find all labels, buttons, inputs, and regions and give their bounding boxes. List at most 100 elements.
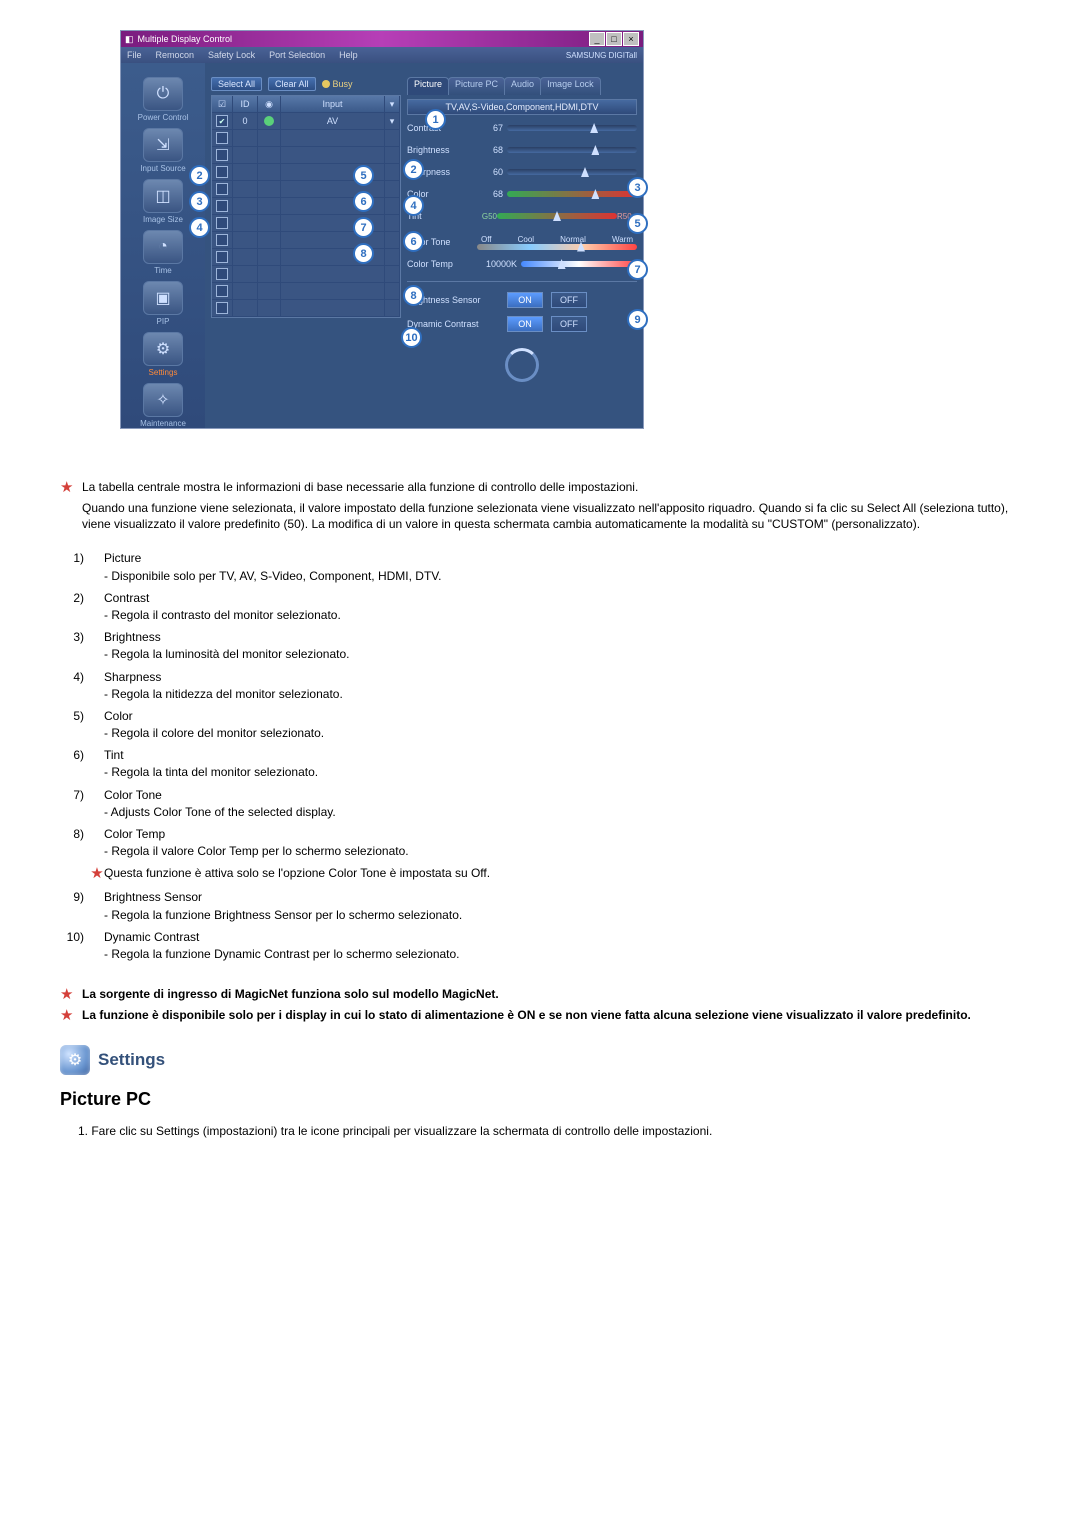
row-status (258, 130, 281, 146)
col-selector[interactable]: ▾ (385, 96, 400, 112)
minimize-button[interactable]: _ (589, 32, 605, 46)
row-checkbox[interactable] (216, 302, 228, 314)
close-button[interactable]: × (623, 32, 639, 46)
color-row: Color68 (407, 185, 637, 203)
row-checkbox[interactable]: ✔ (216, 115, 228, 127)
star-icon: ★ (60, 986, 74, 1004)
menu-safety-lock[interactable]: Safety Lock (208, 50, 255, 60)
definition-item: 5)Color- Regola il colore del monitor se… (60, 708, 1020, 741)
row-checkbox[interactable] (216, 132, 228, 144)
select-all-button[interactable]: Select All (211, 77, 262, 91)
row-selector[interactable] (385, 215, 400, 231)
row-status (258, 300, 281, 316)
grid-row[interactable]: ✔0AV▾ (212, 113, 400, 130)
row-checkbox[interactable] (216, 149, 228, 161)
badge-4-left: 4 (189, 217, 210, 238)
row-checkbox[interactable] (216, 200, 228, 212)
sidebar-item-maintenance[interactable]: ✧Maintenance (128, 383, 198, 428)
tint-row: TintG50R50 (407, 207, 637, 225)
brightness-sensor-off[interactable]: OFF (551, 292, 587, 308)
dynamic-contrast-on[interactable]: ON (507, 316, 543, 332)
app-title: Multiple Display Control (138, 34, 233, 44)
row-input: AV (281, 113, 385, 129)
sharpness-slider[interactable] (507, 169, 637, 175)
row-selector[interactable] (385, 147, 400, 163)
definition-item: 2)Contrast- Regola il contrasto del moni… (60, 590, 1020, 623)
row-checkbox[interactable] (216, 285, 228, 297)
col-checkbox[interactable]: ☑ (218, 99, 226, 110)
tint-slider[interactable] (497, 213, 617, 219)
row-selector[interactable] (385, 232, 400, 248)
row-status (258, 249, 281, 265)
row-id (233, 232, 258, 248)
row-selector[interactable] (385, 300, 400, 316)
badge-4-right: 4 (403, 195, 424, 216)
row-selector[interactable] (385, 181, 400, 197)
dynamic-contrast-off[interactable]: OFF (551, 316, 587, 332)
row-checkbox[interactable] (216, 234, 228, 246)
row-selector[interactable] (385, 283, 400, 299)
pip-icon: ▣ (143, 281, 183, 315)
badge-5-left: 5 (353, 165, 374, 186)
row-selector[interactable] (385, 198, 400, 214)
row-status (258, 232, 281, 248)
row-id (233, 198, 258, 214)
color-temp-slider[interactable] (521, 261, 637, 267)
row-selector[interactable] (385, 164, 400, 180)
menu-help[interactable]: Help (339, 50, 358, 60)
brightness-sensor-on[interactable]: ON (507, 292, 543, 308)
power-icon: ⏻ (143, 77, 183, 111)
grid-row[interactable] (212, 266, 400, 283)
row-selector[interactable] (385, 266, 400, 282)
color-slider[interactable] (507, 191, 637, 197)
color-tone-slider[interactable] (477, 244, 637, 250)
badge-2-left: 2 (189, 165, 210, 186)
row-status (258, 164, 281, 180)
grid-row[interactable] (212, 283, 400, 300)
row-checkbox[interactable] (216, 268, 228, 280)
brightness-slider[interactable] (507, 147, 637, 153)
grid-row[interactable] (212, 130, 400, 147)
row-checkbox[interactable] (216, 183, 228, 195)
footer-notes: ★ La sorgente di ingresso di MagicNet fu… (60, 986, 1020, 1025)
menu-port-selection[interactable]: Port Selection (269, 50, 325, 60)
definition-item: 9)Brightness Sensor- Regola la funzione … (60, 889, 1020, 922)
maximize-button[interactable]: □ (606, 32, 622, 46)
settings-tabs: Picture Picture PC Audio Image Lock (407, 77, 637, 95)
menu-remocon[interactable]: Remocon (156, 50, 195, 60)
sidebar-item-time[interactable]: ◔Time (128, 230, 198, 275)
picture-pc-steps: 1. Fare clic su Settings (impostazioni) … (78, 1124, 1020, 1138)
row-checkbox[interactable] (216, 166, 228, 178)
row-status (258, 198, 281, 214)
row-checkbox[interactable] (216, 217, 228, 229)
definition-item: 10)Dynamic Contrast- Regola la funzione … (60, 929, 1020, 962)
sidebar-item-image-size[interactable]: ◫Image Size (128, 179, 198, 224)
tab-image-lock[interactable]: Image Lock (540, 77, 601, 95)
row-id (233, 266, 258, 282)
sidebar-item-power[interactable]: ⏻Power Control (128, 77, 198, 122)
menu-file[interactable]: File (127, 50, 142, 60)
grid-row[interactable] (212, 147, 400, 164)
row-checkbox[interactable] (216, 251, 228, 263)
titlebar: ◧ Multiple Display Control _ □ × (121, 31, 643, 47)
tab-picture-pc[interactable]: Picture PC (448, 77, 505, 95)
sidebar-item-input-source[interactable]: ⇲Input Source (128, 128, 198, 173)
badge-6-left: 6 (353, 191, 374, 212)
busy-icon (322, 80, 330, 88)
row-selector[interactable]: ▾ (385, 113, 400, 129)
sidebar-item-settings[interactable]: ⚙Settings (128, 332, 198, 377)
sidebar: ⏻Power Control ⇲Input Source ◫Image Size… (121, 63, 205, 428)
row-selector[interactable] (385, 130, 400, 146)
badge-7-left: 7 (353, 217, 374, 238)
row-selector[interactable] (385, 249, 400, 265)
contrast-slider[interactable] (507, 125, 637, 131)
grid-row[interactable] (212, 300, 400, 317)
badge-3-right: 3 (627, 177, 648, 198)
badge-5-right: 5 (627, 213, 648, 234)
brightness-row: Brightness68 (407, 141, 637, 159)
tab-picture[interactable]: Picture (407, 77, 449, 95)
clear-all-button[interactable]: Clear All (268, 77, 316, 91)
sidebar-item-pip[interactable]: ▣PIP (128, 281, 198, 326)
tab-audio[interactable]: Audio (504, 77, 541, 95)
row-id (233, 283, 258, 299)
